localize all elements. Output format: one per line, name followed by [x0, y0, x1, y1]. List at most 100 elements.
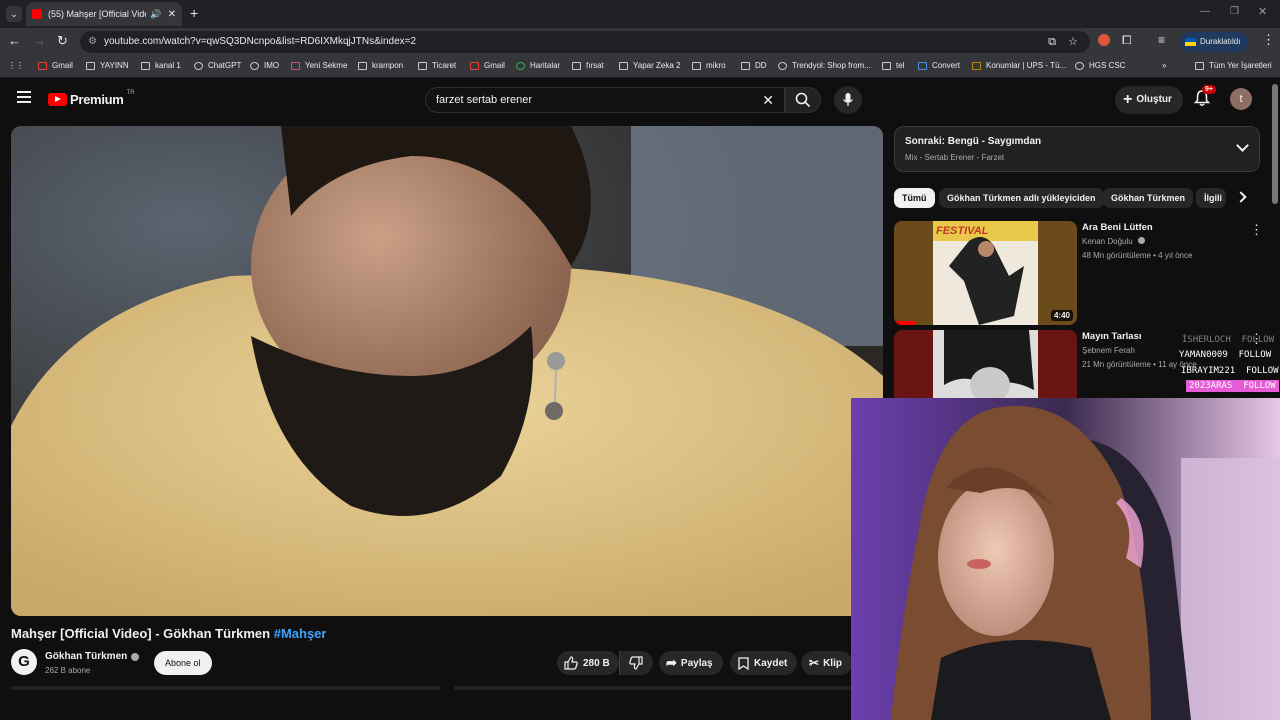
- bookmark-item[interactable]: HGS CSC: [1075, 61, 1125, 70]
- voice-search-button[interactable]: [834, 86, 862, 114]
- bookmark-item[interactable]: Haritalar: [516, 61, 560, 70]
- chip-all[interactable]: Tümü: [894, 188, 935, 208]
- address-bar[interactable]: ⚙ youtube.com/watch?v=qwSQ3DNcnpo&list=R…: [80, 31, 1090, 53]
- apps-grid-icon[interactable]: ⋮⋮: [8, 61, 24, 70]
- bookmark-item[interactable]: Gmail: [470, 61, 505, 70]
- youtube-favicon-icon: [32, 9, 42, 19]
- clear-search-icon[interactable]: ✕: [762, 88, 774, 112]
- browser-menu-icon[interactable]: ⋮: [1262, 32, 1275, 48]
- bookmark-item[interactable]: Ticaret: [418, 61, 456, 70]
- extension-icon[interactable]: [1098, 34, 1110, 46]
- divider: [11, 686, 441, 690]
- bookmark-label: Gmail: [484, 61, 505, 70]
- bookmarks-bar: ⋮⋮ Gmail YAYINN kanal 1 ChatGPT IMO Yeni…: [0, 56, 1280, 78]
- search-input[interactable]: farzet sertab erener ✕: [425, 87, 785, 113]
- chip-from-uploader[interactable]: Gökhan Türkmen adlı yükleyiciden: [939, 188, 1104, 208]
- extensions-puzzle-icon[interactable]: ⧠: [1122, 33, 1132, 48]
- back-arrow-icon[interactable]: ←: [8, 33, 21, 48]
- folder-icon: [741, 61, 750, 70]
- maximize-button[interactable]: ❐: [1230, 6, 1239, 17]
- sidebar-video-item[interactable]: FESTIVAL 4:40 Ara Beni Lütfen Kenan Doğu…: [894, 221, 1263, 325]
- sidebar-video-channel: Kenan Doğulu: [1082, 237, 1145, 246]
- more-actions-icon[interactable]: ⋮: [1250, 222, 1263, 238]
- bookmark-item[interactable]: kanal 1: [141, 61, 181, 70]
- site-info-icon[interactable]: ⚙: [88, 31, 97, 53]
- chevron-down-icon[interactable]: [1236, 139, 1249, 152]
- bookmark-star-icon[interactable]: ☆: [1068, 31, 1078, 53]
- microphone-icon: [842, 93, 854, 106]
- bookmark-item[interactable]: Yapar Zeka 2: [619, 61, 680, 70]
- browser-tab[interactable]: (55) Mahşer [Official Video] 🔊 ✕: [26, 2, 182, 26]
- gmail-icon: [38, 61, 47, 70]
- profile-paused-button[interactable]: Duraklatıldı: [1180, 32, 1249, 52]
- bookmark-item[interactable]: IMO: [250, 61, 279, 70]
- youtube-logo[interactable]: Premium TR: [48, 90, 135, 107]
- avatar[interactable]: t: [1230, 88, 1252, 110]
- channel-avatar[interactable]: G: [11, 649, 37, 675]
- profile-flag-icon: [1185, 38, 1196, 46]
- reload-icon[interactable]: ↻: [57, 33, 68, 49]
- share-button[interactable]: ➦ Paylaş: [659, 651, 723, 675]
- youtube-header: Premium TR farzet sertab erener ✕ + Oluş…: [0, 78, 1280, 122]
- search-button[interactable]: [785, 87, 821, 113]
- verified-icon: [131, 652, 140, 661]
- hamburger-menu-icon[interactable]: [17, 91, 31, 103]
- chips-next-chevron-icon[interactable]: [1235, 191, 1247, 203]
- new-tab-button[interactable]: +: [190, 5, 198, 21]
- all-bookmarks-label: Tüm Yer İşaretleri: [1209, 61, 1272, 70]
- video-player[interactable]: [11, 126, 883, 616]
- plus-icon: +: [1123, 91, 1133, 108]
- bookmark-label: DD: [755, 61, 767, 70]
- tab-close-icon[interactable]: ✕: [168, 9, 176, 20]
- subscribe-label: Abone ol: [165, 658, 201, 668]
- webcam-image: [851, 398, 1280, 720]
- bookmark-item[interactable]: ChatGPT: [194, 61, 241, 70]
- channel-name[interactable]: Gökhan Türkmen: [45, 651, 140, 662]
- folder-icon: [358, 61, 367, 70]
- bookmark-item[interactable]: tel: [882, 61, 904, 70]
- video-hashtag-link[interactable]: #Mahşer: [274, 626, 327, 641]
- tab-search-icon[interactable]: ⌄: [6, 6, 22, 22]
- bookmark-item[interactable]: fırsat: [572, 61, 604, 70]
- subscribe-button[interactable]: Abone ol: [154, 651, 212, 675]
- up-next-card[interactable]: Sonraki: Bengü - Saygımdan Mix - Sertab …: [894, 126, 1260, 172]
- chip-related[interactable]: İlgili: [1196, 188, 1226, 208]
- clip-button[interactable]: ✂ Klip: [801, 651, 852, 675]
- close-window-button[interactable]: ✕: [1258, 5, 1267, 18]
- forward-arrow-icon[interactable]: →: [33, 33, 46, 48]
- save-button[interactable]: Kaydet: [730, 651, 798, 675]
- like-button[interactable]: 280 B: [557, 651, 619, 675]
- all-bookmarks-item[interactable]: Tüm Yer İşaretleri: [1195, 61, 1272, 70]
- bookmark-item[interactable]: Gmail: [38, 61, 73, 70]
- install-app-icon[interactable]: ⧉: [1048, 31, 1056, 53]
- bookmark-item[interactable]: Trendyol: Shop from...: [778, 61, 871, 70]
- bookmark-item[interactable]: Konumlar | UPS - Tü...: [972, 61, 1066, 70]
- bookmark-label: Trendyol: Shop from...: [792, 61, 871, 70]
- divider: [454, 686, 854, 690]
- notifications-button[interactable]: 9+: [1193, 85, 1216, 112]
- chip-channel[interactable]: Gökhan Türkmen: [1103, 188, 1194, 208]
- tab-title: (55) Mahşer [Official Video]: [48, 9, 147, 19]
- bookmark-label: Yeni Sekme: [305, 61, 348, 70]
- url-text: youtube.com/watch?v=qwSQ3DNcnpo&list=RD6…: [104, 36, 417, 47]
- create-button[interactable]: + Oluştur: [1115, 86, 1183, 114]
- folder-icon: [619, 61, 628, 70]
- bookmark-item[interactable]: DD: [741, 61, 767, 70]
- bookmark-label: krampon: [372, 61, 404, 70]
- bookmark-label: Konumlar | UPS - Tü...: [986, 61, 1067, 70]
- share-label: Paylaş: [680, 657, 713, 669]
- video-duration: 4:40: [1050, 310, 1073, 321]
- media-control-icon[interactable]: ≡: [1158, 33, 1165, 47]
- bookmark-item[interactable]: mikro: [692, 61, 726, 70]
- hgs-icon: [1075, 61, 1084, 70]
- page-scrollbar[interactable]: [1272, 84, 1278, 204]
- bookmark-item[interactable]: Convert: [918, 61, 960, 70]
- bookmark-item[interactable]: YAYINN: [86, 61, 129, 70]
- minimize-button[interactable]: —: [1200, 6, 1210, 17]
- bookmarks-overflow-icon[interactable]: »: [1162, 61, 1166, 70]
- bookmark-item[interactable]: Yeni Sekme: [291, 61, 347, 70]
- dislike-button[interactable]: [619, 651, 653, 675]
- speaker-icon[interactable]: 🔊: [150, 9, 161, 20]
- bookmark-item[interactable]: krampon: [358, 61, 403, 70]
- follow-username: IBRAYIM221: [1181, 366, 1236, 376]
